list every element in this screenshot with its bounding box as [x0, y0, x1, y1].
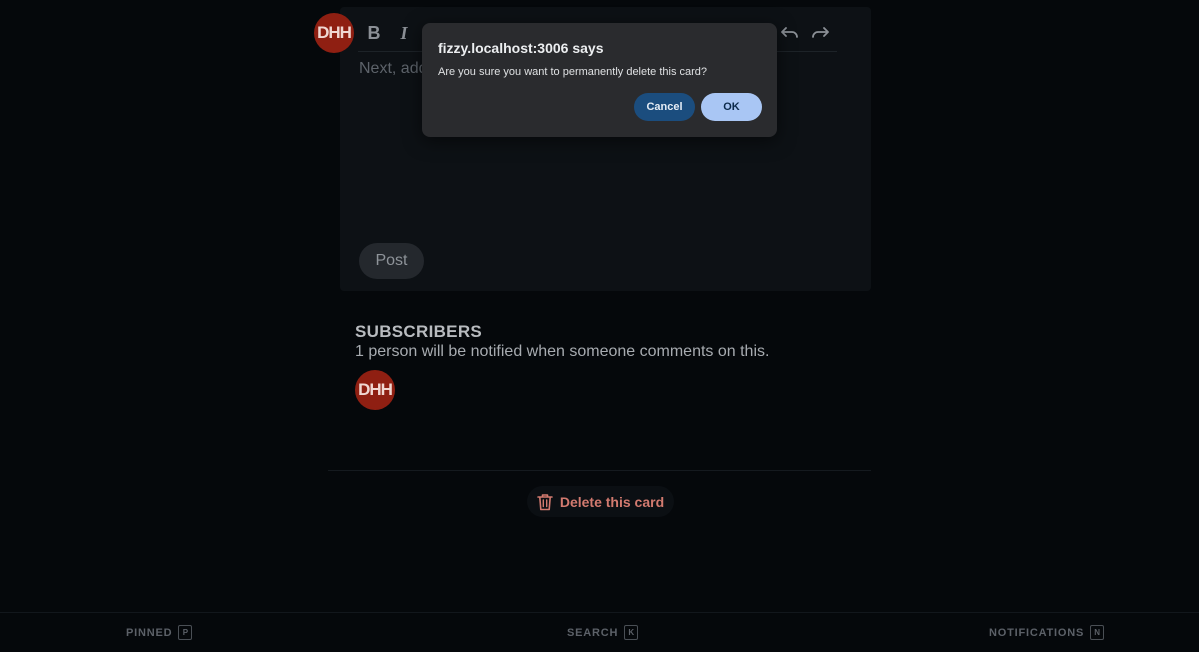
notifications-key: N	[1090, 625, 1105, 640]
trash-icon	[537, 493, 553, 511]
delete-card-button[interactable]: Delete this card	[527, 486, 674, 517]
dialog-message: Are you sure you want to permanently del…	[438, 66, 708, 78]
subscriber-avatar[interactable]: DHH	[355, 370, 395, 410]
italic-button[interactable]: I	[391, 20, 417, 46]
bold-button[interactable]: B	[361, 20, 387, 46]
comment-input[interactable]: Next, add	[359, 60, 427, 78]
avatar[interactable]: DHH	[314, 13, 354, 53]
divider	[328, 470, 871, 471]
ok-button[interactable]: OK	[701, 93, 762, 121]
pinned-key: P	[178, 625, 193, 640]
search-label: SEARCH	[567, 626, 619, 639]
cancel-button[interactable]: Cancel	[634, 93, 695, 121]
delete-card-label: Delete this card	[559, 493, 665, 510]
pinned-label: PINNED	[126, 626, 173, 639]
subscribers-title: SUBSCRIBERS	[355, 322, 483, 341]
subscribers-description: 1 person will be notified when someone c…	[355, 343, 770, 360]
notifications-shortcut[interactable]: NOTIFICATIONS N	[989, 625, 1105, 640]
search-shortcut[interactable]: SEARCH K	[567, 625, 639, 640]
bottom-bar: PINNED P SEARCH K NOTIFICATIONS N	[0, 612, 1199, 652]
page: DHH B I Next, add Post SUBSCRIBERS 1 per…	[0, 0, 1199, 652]
post-button[interactable]: Post	[359, 243, 424, 279]
search-key: K	[624, 625, 639, 640]
redo-icon[interactable]	[807, 20, 833, 46]
confirm-dialog: fizzy.localhost:3006 says Are you sure y…	[422, 23, 777, 137]
pinned-shortcut[interactable]: PINNED P	[126, 625, 193, 640]
notifications-label: NOTIFICATIONS	[989, 626, 1085, 639]
dialog-title: fizzy.localhost:3006 says	[438, 40, 604, 56]
undo-icon[interactable]	[777, 20, 803, 46]
